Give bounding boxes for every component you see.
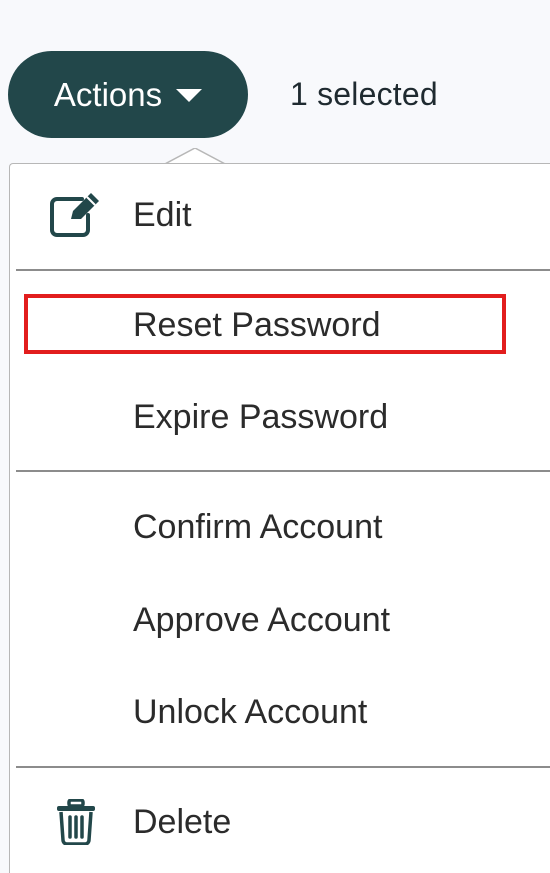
edit-icon [48, 187, 104, 243]
menu-item-confirm-account[interactable]: Confirm Account [10, 484, 550, 570]
menu-divider [16, 269, 550, 271]
menu-item-delete[interactable]: Delete [10, 779, 550, 865]
menu-divider [16, 766, 550, 768]
menu-item-unlock-account[interactable]: Unlock Account [10, 669, 550, 755]
trash-icon [48, 794, 104, 850]
menu-item-edit[interactable]: Edit [10, 172, 550, 258]
menu-item-expire-password[interactable]: Expire Password [10, 374, 550, 460]
toolbar: Actions 1 selected [0, 0, 550, 150]
menu-item-approve-account[interactable]: Approve Account [10, 577, 550, 663]
menu-item-label: Expire Password [133, 397, 389, 436]
actions-button-label: Actions [53, 75, 163, 113]
menu-item-label: Reset Password [133, 305, 381, 344]
actions-dropdown-button[interactable]: Actions [8, 51, 248, 138]
menu-item-label: Delete [133, 802, 232, 841]
selected-count: 1 selected [290, 76, 438, 112]
menu-divider [16, 470, 550, 472]
menu-item-reset-password[interactable]: Reset Password [10, 282, 550, 368]
menu-item-label: Unlock Account [133, 692, 368, 731]
caret-down-icon [176, 89, 203, 102]
menu-item-label: Approve Account [133, 600, 391, 639]
menu-item-label: Confirm Account [133, 507, 383, 546]
actions-menu: Edit Reset Password Expire Password Conf… [9, 163, 550, 873]
menu-item-label: Edit [133, 195, 192, 234]
